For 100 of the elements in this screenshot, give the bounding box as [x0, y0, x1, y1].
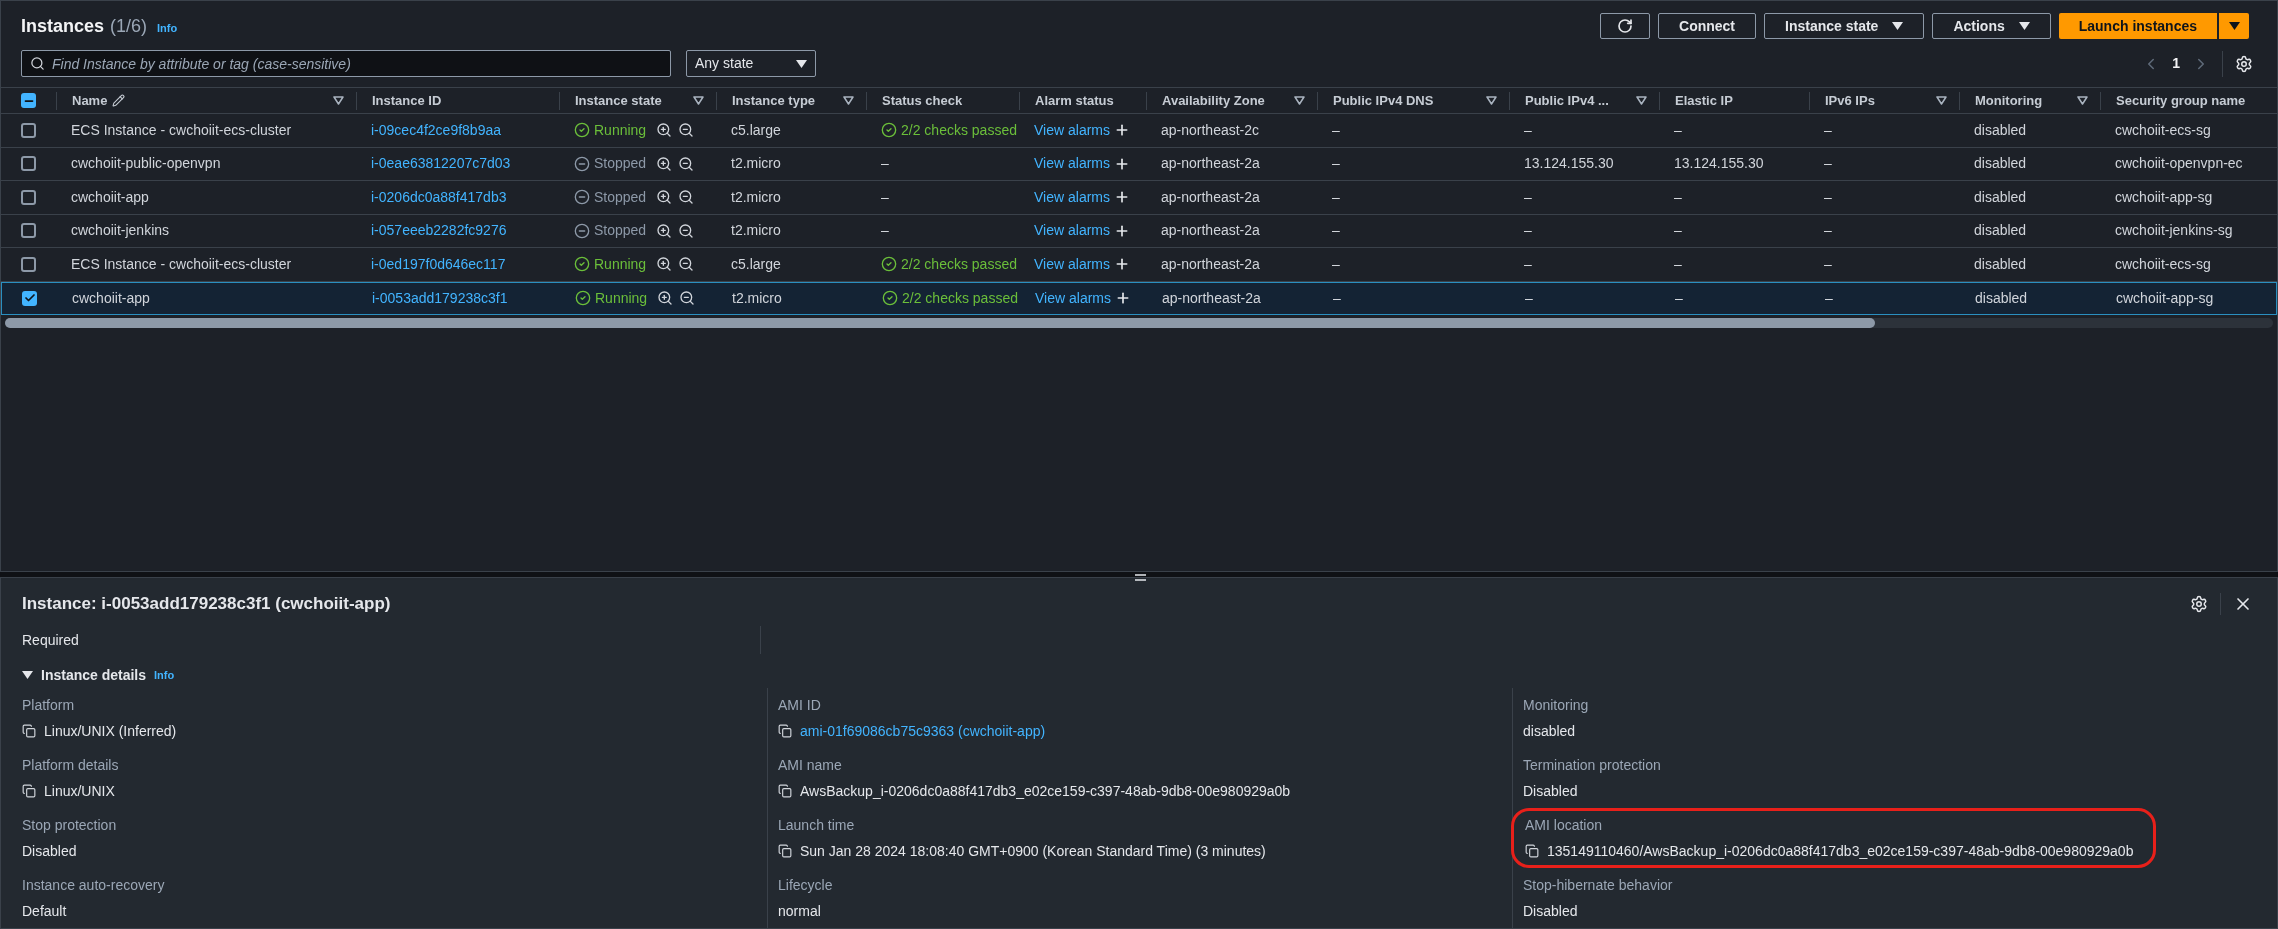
selection-count: (1/6)	[110, 14, 148, 38]
table-cell-text: cwchoiit-jenkins	[71, 221, 170, 241]
filter-icon[interactable]	[1486, 96, 1497, 105]
settings-icon[interactable]	[2190, 595, 2208, 613]
table-cell-text: –	[1332, 221, 1340, 241]
table-cell-text: –	[1524, 187, 1532, 207]
filter-icon[interactable]	[333, 96, 344, 105]
view-alarms-link[interactable]: View alarms	[1034, 153, 1110, 175]
checkbox[interactable]	[21, 223, 36, 239]
table-cell-text: cwchoiit-app-sg	[2116, 288, 2214, 308]
column-header[interactable]: Public IPv4 DNS	[1318, 91, 1509, 110]
zoom-in-icon[interactable]	[656, 222, 673, 239]
column-header[interactable]: IPv6 IPs	[1810, 91, 1959, 110]
filter-icon[interactable]	[1636, 96, 1647, 105]
zoom-in-icon[interactable]	[656, 155, 673, 172]
launch-instances-button[interactable]: Launch instances	[2058, 13, 2217, 39]
field-link[interactable]: ami-01f69086cb75c9363 (cwchoiit-app)	[800, 720, 1046, 742]
dropdown-button[interactable]: Actions	[1932, 13, 2051, 39]
zoom-in-icon[interactable]	[656, 189, 673, 206]
table-cell-text: disabled	[1974, 154, 2027, 174]
instance-id-link[interactable]: i-0eae63812207c7d03	[371, 153, 511, 175]
table-row[interactable]: cwchoiit-public-openvpn i-0eae63812207c7d03 Stopped t2.micro – View alarms ap-northeast-2a – 13.124.155.30 13.124.155.30 – disabled cwchoiit-openvpn-ec	[1, 147, 2277, 181]
table-cell-text: cwchoiit-ecs-sg	[2115, 254, 2211, 274]
instance-id-link[interactable]: i-09cec4f2ce9f8b9aa	[371, 119, 501, 141]
column-header[interactable]: Elastic IP	[1660, 91, 1809, 110]
settings-icon[interactable]	[2235, 54, 2253, 73]
copy-icon[interactable]	[22, 724, 36, 738]
column-header[interactable]: Monitoring	[1960, 91, 2100, 110]
filter-icon[interactable]	[1936, 96, 1947, 105]
column-header[interactable]: Availability Zone	[1147, 91, 1317, 110]
checkbox[interactable]	[22, 290, 37, 306]
field-value: Linux/UNIX (Inferred)	[44, 721, 177, 741]
table-row[interactable]: cwchoiit-app i-0053add179238c3f1 Running t2.micro 2/2 checks passed View alarms ap-northeast-2a – – – – disabled cwchoiit-app-sg	[1, 281, 2277, 315]
view-alarms-link[interactable]: View alarms	[1034, 253, 1110, 275]
column-header[interactable]: Name	[57, 91, 356, 110]
instance-id-link[interactable]: i-0ed197f0d646ec117	[371, 253, 506, 275]
filter-icon[interactable]	[1294, 96, 1305, 105]
instance-id-link[interactable]: i-0053add179238c3f1	[372, 287, 508, 309]
copy-icon[interactable]	[778, 784, 792, 798]
drag-handle-icon[interactable]	[1135, 574, 1146, 581]
copy-icon[interactable]	[22, 784, 36, 798]
checkbox[interactable]	[21, 256, 36, 272]
filter-icon[interactable]	[2077, 96, 2088, 105]
search-field[interactable]: Find Instance by attribute or tag (case-sensitive)	[21, 50, 671, 77]
zoom-in-icon[interactable]	[657, 290, 674, 307]
pencil-icon[interactable]	[112, 94, 126, 107]
copy-icon[interactable]	[1525, 844, 1539, 858]
column-header[interactable]: Instance state	[560, 91, 716, 110]
zoom-out-icon[interactable]	[678, 222, 695, 239]
filter-icon[interactable]	[693, 96, 704, 105]
table-row[interactable]: cwchoiit-jenkins i-057eeeb2282fc9276 Stopped t2.micro – View alarms ap-northeast-2a – – – – disabled cwchoiit-jenkins-sg	[1, 214, 2277, 248]
zoom-out-icon[interactable]	[678, 155, 695, 172]
column-header[interactable]: Public IPv4 ...	[1510, 91, 1659, 110]
info-link[interactable]: Info	[154, 666, 175, 684]
instance-state: Stopped	[574, 186, 647, 208]
column-header[interactable]: Instance ID	[357, 91, 559, 110]
table-row[interactable]: cwchoiit-app i-0206dc0a88f417db3 Stopped t2.micro – View alarms ap-northeast-2a – – – – disabled cwchoiit-app-sg	[1, 181, 2277, 215]
refresh-button[interactable]	[1600, 13, 1650, 39]
page-number[interactable]: 1	[2172, 53, 2180, 74]
filter-icon[interactable]	[843, 96, 854, 105]
view-alarms-link[interactable]: View alarms	[1034, 220, 1110, 242]
field-label: Instance auto-recovery	[22, 875, 166, 895]
zoom-out-icon[interactable]	[678, 122, 695, 139]
table-cell-text: disabled	[1974, 120, 2027, 140]
view-alarms-link[interactable]: View alarms	[1035, 287, 1111, 309]
state-filter-dropdown[interactable]: Any state	[686, 50, 816, 77]
checkbox[interactable]	[21, 93, 36, 108]
column-header[interactable]: Instance type	[717, 91, 866, 110]
zoom-out-icon[interactable]	[679, 290, 696, 307]
zoom-in-icon[interactable]	[656, 122, 673, 139]
connect-button[interactable]: Connect	[1658, 13, 1756, 39]
table-cell-text: –	[1824, 187, 1832, 207]
table-row[interactable]: ECS Instance - cwchoiit-ecs-cluster i-0ed197f0d646ec117 Running c5.large 2/2 checks passed View alarms ap-northeast-2a – – – – disabled cwchoiit-ecs-sg	[1, 248, 2277, 282]
checkbox[interactable]	[21, 122, 36, 138]
table-cell-text: ap-northeast-2c	[1161, 120, 1260, 140]
zoom-in-icon[interactable]	[656, 256, 673, 273]
copy-icon[interactable]	[778, 844, 792, 858]
horizontal-scrollbar[interactable]	[5, 318, 2273, 328]
table-cell-text: –	[1524, 221, 1532, 241]
checkbox[interactable]	[21, 189, 36, 205]
zoom-out-icon[interactable]	[678, 256, 695, 273]
field-label: Launch time	[778, 815, 856, 835]
instance-id-link[interactable]: i-0206dc0a88f417db3	[371, 186, 507, 208]
instance-id-link[interactable]: i-057eeeb2282fc9276	[371, 220, 507, 242]
table-cell-text: cwchoiit-app	[71, 187, 149, 207]
launch-options-button[interactable]	[2219, 13, 2249, 39]
info-link[interactable]: Info	[157, 19, 178, 36]
zoom-out-icon[interactable]	[678, 189, 695, 206]
field-value: AwsBackup_i-0206dc0a88f417db3_e02ce159-c397-48ab-9db8-00e980929a0b	[800, 781, 1291, 801]
view-alarms-link[interactable]: View alarms	[1034, 186, 1110, 208]
section-toggle[interactable]: Instance details	[22, 664, 147, 686]
column-header[interactable]: Alarm status	[1020, 91, 1146, 110]
column-header[interactable]: Status check	[867, 91, 1019, 110]
table-row[interactable]: ECS Instance - cwchoiit-ecs-cluster i-09cec4f2ce9f8b9aa Running c5.large 2/2 checks passed View alarms ap-northeast-2c – – – – disabled cwchoiit-ecs-sg	[1, 114, 2277, 148]
view-alarms-link[interactable]: View alarms	[1034, 119, 1110, 141]
column-header[interactable]: Security group name	[2101, 91, 2277, 110]
copy-icon[interactable]	[778, 724, 792, 738]
checkbox[interactable]	[21, 156, 36, 172]
instance-state: Stopped	[574, 153, 647, 175]
dropdown-button[interactable]: Instance state	[1764, 13, 1925, 39]
